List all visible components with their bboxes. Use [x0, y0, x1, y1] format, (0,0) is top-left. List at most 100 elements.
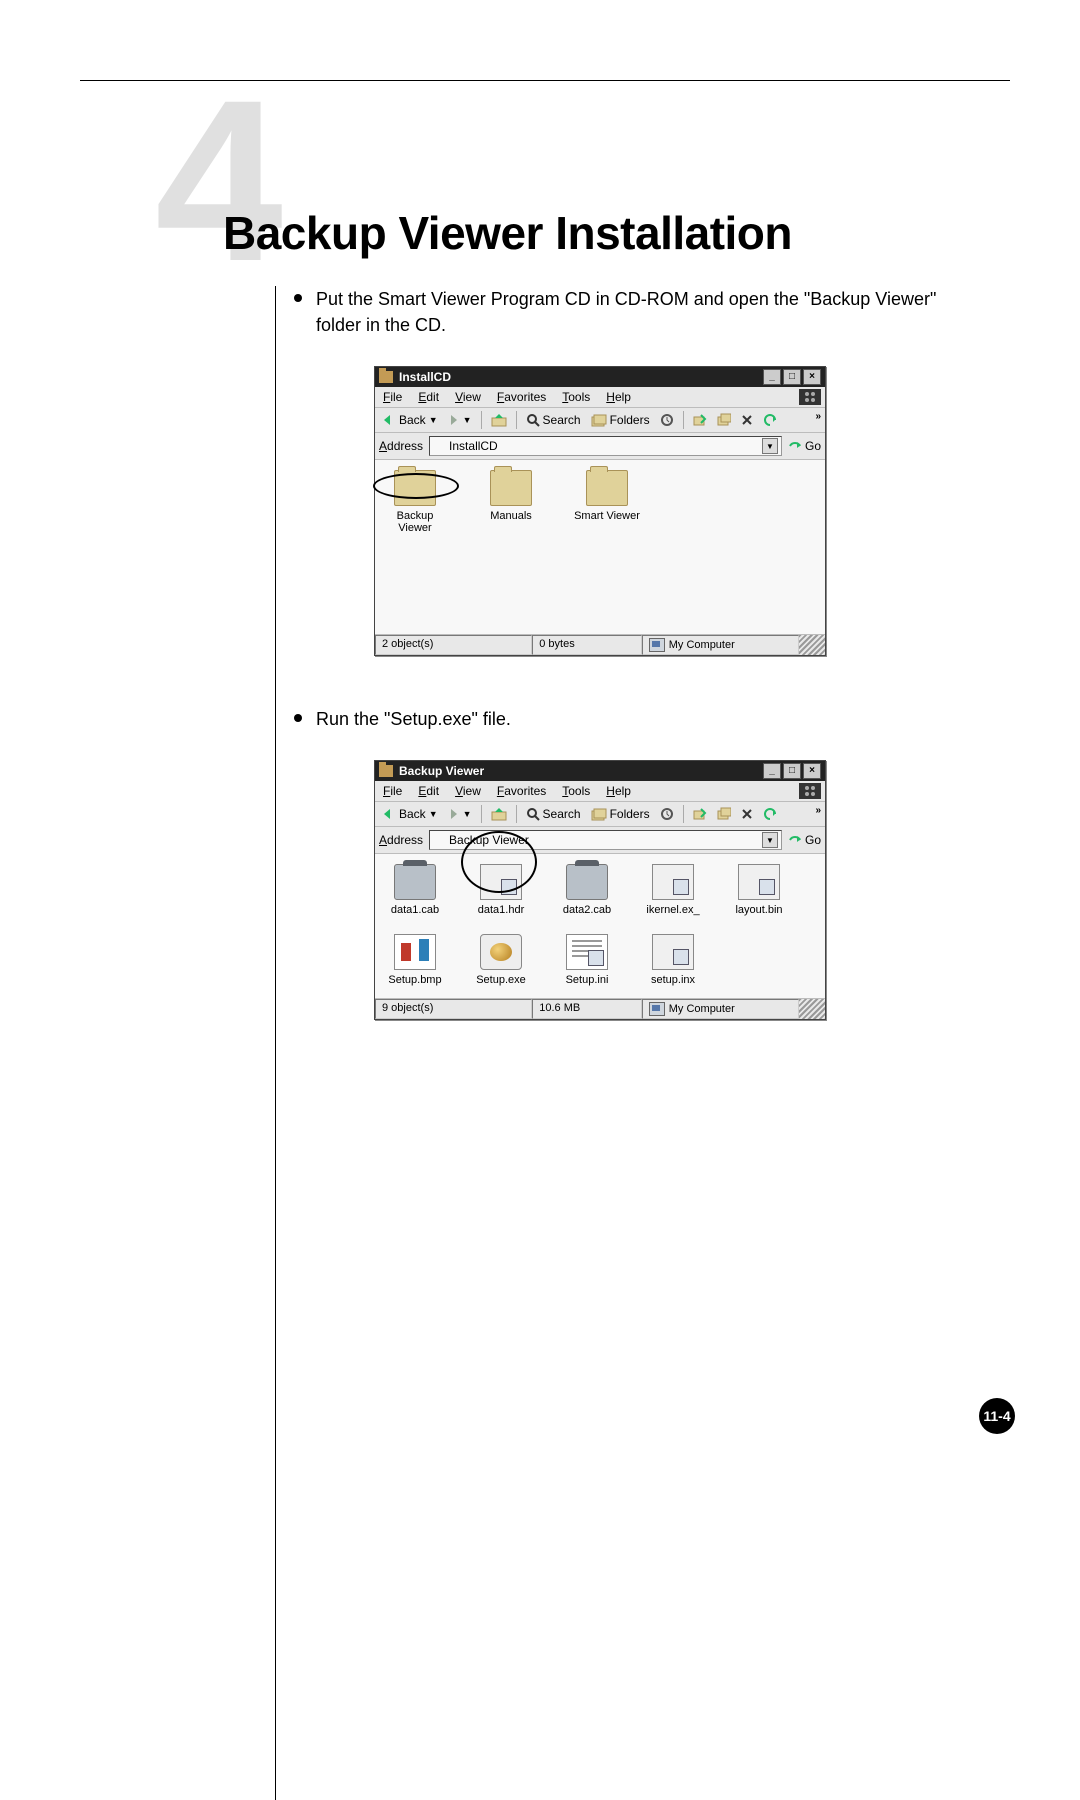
bullet-2: Run the "Setup.exe" file.: [294, 706, 970, 732]
maximize-button[interactable]: □: [783, 763, 801, 779]
delete-x-icon: [741, 414, 753, 426]
address-label: Address: [379, 439, 423, 453]
menu-file[interactable]: File: [379, 783, 406, 799]
address-bar: Address Backup Viewer ▼ Go: [375, 827, 825, 854]
back-dropdown-icon[interactable]: ▼: [429, 415, 438, 425]
file-label: setup.inx: [639, 974, 707, 986]
folders-button[interactable]: Folders: [588, 412, 653, 428]
forward-arrow-icon: [448, 808, 460, 820]
copy-to-button[interactable]: [714, 412, 734, 428]
cab-icon: [566, 864, 608, 900]
back-button[interactable]: Back ▼: [379, 806, 441, 822]
search-button[interactable]: Search: [523, 806, 584, 822]
history-icon: [660, 413, 674, 427]
folders-label: Folders: [610, 413, 650, 427]
back-arrow-icon: [382, 808, 396, 820]
undo-icon: [763, 414, 777, 426]
folders-button[interactable]: Folders: [588, 806, 653, 822]
up-folder-icon: [491, 413, 507, 427]
history-button[interactable]: [657, 806, 677, 822]
minimize-button[interactable]: _: [763, 369, 781, 385]
generic-file-icon: A: [652, 934, 694, 970]
go-arrow-icon: [788, 834, 802, 846]
delete-button[interactable]: [738, 413, 756, 427]
status-object-count: 9 object(s): [375, 999, 532, 1019]
my-computer-icon: [649, 1002, 665, 1016]
file-item-setup-bmp[interactable]: Setup.bmp: [381, 934, 449, 986]
menu-tools[interactable]: Tools: [558, 783, 594, 799]
maximize-button[interactable]: □: [783, 369, 801, 385]
copy-to-icon: [717, 413, 731, 427]
file-item-data2-cab[interactable]: data2.cab: [553, 864, 621, 916]
history-button[interactable]: [657, 412, 677, 428]
up-button[interactable]: [488, 412, 510, 428]
address-value: Backup Viewer: [449, 833, 529, 847]
file-label: data1.hdr: [467, 904, 535, 916]
my-computer-icon: [649, 638, 665, 652]
delete-button[interactable]: [738, 807, 756, 821]
folders-label: Folders: [610, 807, 650, 821]
file-item-data1-cab[interactable]: data1.cab: [381, 864, 449, 916]
chapter-number: 4: [155, 66, 273, 296]
search-button[interactable]: Search: [523, 412, 584, 428]
move-to-button[interactable]: [690, 806, 710, 822]
go-button[interactable]: Go: [788, 833, 821, 847]
file-item-ikernel-ex[interactable]: Aikernel.ex_: [639, 864, 707, 916]
back-dropdown-icon[interactable]: ▼: [429, 809, 438, 819]
close-button[interactable]: ×: [803, 369, 821, 385]
file-item-layout-bin[interactable]: Alayout.bin: [725, 864, 793, 916]
forward-dropdown-icon[interactable]: ▼: [463, 415, 472, 425]
window-title: Backup Viewer: [399, 764, 484, 778]
menu-edit[interactable]: Edit: [414, 389, 443, 405]
explorer-window-backup-viewer: Backup Viewer _ □ × File Edit View Favor…: [374, 760, 826, 1020]
menu-favorites[interactable]: Favorites: [493, 783, 550, 799]
separator: [683, 805, 684, 823]
address-field[interactable]: Backup Viewer ▼: [429, 830, 782, 850]
forward-button[interactable]: ▼: [445, 807, 475, 821]
resize-grip-icon[interactable]: [799, 635, 825, 655]
toolbar-overflow[interactable]: »: [813, 411, 823, 422]
file-item-data1-hdr[interactable]: Adata1.hdr: [467, 864, 535, 916]
menu-file[interactable]: File: [379, 389, 406, 405]
go-button[interactable]: Go: [788, 439, 821, 453]
menu-view[interactable]: View: [451, 783, 485, 799]
windows-logo-icon: [799, 783, 821, 799]
close-button[interactable]: ×: [803, 763, 821, 779]
folder-item-smart-viewer[interactable]: Smart Viewer: [573, 470, 641, 534]
undo-button[interactable]: [760, 413, 780, 427]
folder-item-manuals[interactable]: Manuals: [477, 470, 545, 534]
menu-help[interactable]: Help: [602, 783, 635, 799]
copy-to-icon: [717, 807, 731, 821]
file-item-setup-exe[interactable]: Setup.exe: [467, 934, 535, 986]
page-title: Backup Viewer Installation: [223, 206, 792, 260]
file-label: Setup.bmp: [381, 974, 449, 986]
file-item-setup-inx[interactable]: Asetup.inx: [639, 934, 707, 986]
up-button[interactable]: [488, 806, 510, 822]
menu-edit[interactable]: Edit: [414, 783, 443, 799]
folder-item-backup-viewer[interactable]: Backup Viewer: [381, 470, 449, 534]
back-button[interactable]: Back ▼: [379, 412, 441, 428]
undo-button[interactable]: [760, 807, 780, 821]
toolbar: Back ▼ ▼ Search Folders: [375, 802, 825, 827]
file-pane[interactable]: data1.cab Adata1.hdr data2.cab Aikernel.…: [375, 854, 825, 998]
menu-favorites[interactable]: Favorites: [493, 389, 550, 405]
forward-dropdown-icon[interactable]: ▼: [463, 809, 472, 819]
forward-button[interactable]: ▼: [445, 413, 475, 427]
menu-tools[interactable]: Tools: [558, 389, 594, 405]
toolbar-overflow[interactable]: »: [813, 805, 823, 816]
file-pane[interactable]: Backup Viewer Manuals Smart Viewer: [375, 460, 825, 634]
titlebar: InstallCD _ □ ×: [375, 367, 825, 387]
move-to-button[interactable]: [690, 412, 710, 428]
address-dropdown-icon[interactable]: ▼: [762, 438, 778, 454]
forward-arrow-icon: [448, 414, 460, 426]
address-dropdown-icon[interactable]: ▼: [762, 832, 778, 848]
minimize-button[interactable]: _: [763, 763, 781, 779]
file-item-setup-ini[interactable]: Setup.ini: [553, 934, 621, 986]
resize-grip-icon[interactable]: [799, 999, 825, 1019]
generic-file-icon: A: [652, 864, 694, 900]
menu-help[interactable]: Help: [602, 389, 635, 405]
file-label: Backup Viewer: [381, 510, 449, 534]
copy-to-button[interactable]: [714, 806, 734, 822]
menu-view[interactable]: View: [451, 389, 485, 405]
address-field[interactable]: InstallCD ▼: [429, 436, 782, 456]
